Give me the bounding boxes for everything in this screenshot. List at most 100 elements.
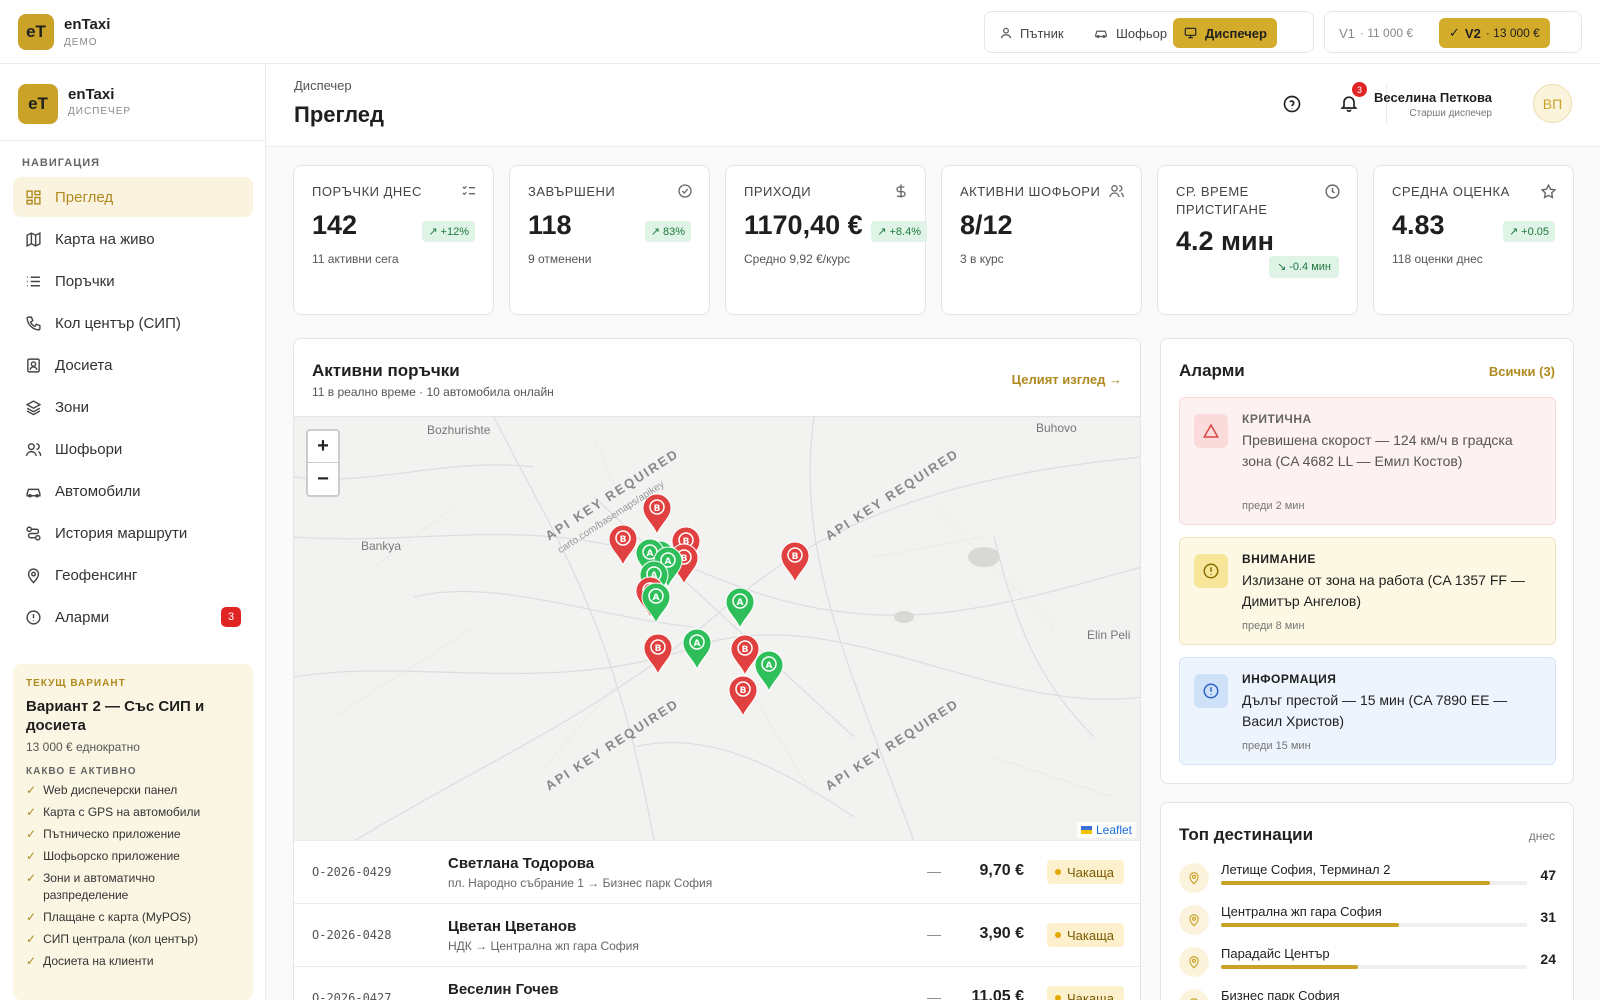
- dropoff-marker[interactable]: B: [780, 541, 810, 584]
- map-place-label: Elin Peli: [1087, 628, 1131, 642]
- destination-row[interactable]: Парадайс Център 24: [1179, 943, 1556, 983]
- star-icon: [1540, 183, 1557, 199]
- trend-badge: ↘ -0.4 мин: [1269, 256, 1339, 278]
- sidebar-app-name: enTaxi: [68, 86, 115, 103]
- map-place-label: Bankya: [361, 539, 402, 553]
- check-circle-icon: [678, 184, 692, 198]
- role-dispatcher-button[interactable]: Диспечер: [1173, 18, 1277, 48]
- top-bar: eT enTaxi ДЕМО Пътник Шофьор Диспечер V1…: [0, 0, 1600, 64]
- app-name: enTaxi: [64, 16, 111, 33]
- sidebar-item-call-center[interactable]: Кол център (СИП): [13, 303, 253, 343]
- check-icon: ✓: [26, 954, 37, 968]
- nav-title: НАВИГАЦИЯ: [22, 157, 101, 169]
- all-alarms-link[interactable]: Всички (3): [1489, 364, 1555, 379]
- role-driver-button[interactable]: Шофьор: [1083, 18, 1177, 48]
- page-header: Диспечер Преглед 3 Веселина Петкова Стар…: [266, 64, 1600, 147]
- sidebar-item-geofencing[interactable]: Геофенсинг: [13, 555, 253, 595]
- destination-row[interactable]: Летище София, Терминал 2 47: [1179, 859, 1556, 899]
- kpi-avg-arrival: СР. ВРЕМЕ ПРИСТИГАНЕ 4.2 мин ↘ -0.4 мин: [1157, 165, 1358, 315]
- user-icon: [1000, 27, 1012, 39]
- lake: [968, 547, 1000, 567]
- sidebar-item-alarms[interactable]: Аларми 3: [13, 597, 253, 637]
- role-passenger-button[interactable]: Пътник: [989, 18, 1074, 48]
- destination-bar: [1221, 923, 1527, 927]
- svg-text:B: B: [654, 504, 661, 514]
- sidebar-item-route-history[interactable]: История маршрути: [13, 513, 253, 553]
- sidebar-item-live-map[interactable]: Карта на живо: [13, 219, 253, 259]
- page-title: Преглед: [294, 102, 384, 127]
- version-v2-button[interactable]: ✓ V2 · 13 000 €: [1439, 18, 1550, 48]
- checklist-icon: [462, 185, 475, 196]
- alarm-info[interactable]: ИНФОРМАЦИЯ Дълъг престой — 15 мин (CA 78…: [1179, 657, 1556, 765]
- sidebar-item-overview[interactable]: Преглед: [13, 177, 253, 217]
- users-icon: [25, 442, 42, 456]
- trend-badge: ↗ +8.4%: [871, 221, 927, 242]
- sidebar-item-drivers[interactable]: Шофьори: [13, 429, 253, 469]
- pickup-marker[interactable]: A: [682, 628, 712, 671]
- current-plan-card: ТЕКУЩ ВАРИАНТ Вариант 2 — Със СИП и доси…: [13, 664, 253, 1000]
- trend-down-icon: ↘: [1276, 261, 1287, 273]
- divider: [0, 140, 266, 141]
- order-row[interactable]: O-2026-0429 Светлана Тодорова пл. Народн…: [294, 840, 1140, 903]
- order-row[interactable]: O-2026-0428 Цветан Цветанов НДК → Центра…: [294, 903, 1140, 966]
- plan-feature: ✓ Плащане с карта (MyPOS): [26, 910, 192, 924]
- avatar[interactable]: ВП: [1533, 84, 1572, 123]
- svg-text:B: B: [655, 644, 662, 654]
- svg-text:B: B: [742, 645, 749, 655]
- live-map[interactable]: BBBBAAAABAABABABB Bozhurishte Buhovo Ban…: [294, 416, 1140, 840]
- sidebar-item-orders[interactable]: Поръчки: [13, 261, 253, 301]
- zoom-control: + −: [306, 429, 340, 497]
- order-row[interactable]: O-2026-0427 Веселин Гочев — 11,05 € Чака…: [294, 966, 1140, 1000]
- destination-name: Бизнес парк София: [1221, 988, 1340, 1000]
- zoom-out-button[interactable]: −: [308, 463, 338, 495]
- pickup-marker[interactable]: A: [754, 650, 784, 693]
- destination-row[interactable]: Бизнес парк София: [1179, 985, 1556, 1000]
- dropoff-marker[interactable]: B: [728, 675, 758, 718]
- breadcrumb[interactable]: Диспечер: [294, 78, 352, 93]
- sidebar-item-zones[interactable]: Зони: [13, 387, 253, 427]
- plan-price: 13 000 € еднократно: [26, 740, 140, 754]
- version-v1-button[interactable]: V1 · 11 000 €: [1329, 18, 1423, 48]
- zoom-in-button[interactable]: +: [308, 431, 338, 463]
- trend-up-icon: ↗: [428, 226, 438, 238]
- svg-text:B: B: [620, 535, 627, 545]
- pickup-marker[interactable]: A: [641, 582, 671, 625]
- sidebar-item-files[interactable]: Досиета: [13, 345, 253, 385]
- dropoff-marker[interactable]: B: [730, 634, 760, 677]
- phone-icon: [26, 315, 41, 331]
- plan-title: Вариант 2 — Със СИП и досиета: [26, 698, 205, 734]
- flag-icon: [1080, 826, 1092, 834]
- notification-badge: 3: [1352, 82, 1367, 97]
- pin-icon: [1179, 947, 1209, 977]
- plan-feature: ✓ Шофьорско приложение: [26, 849, 180, 863]
- warning-triangle-icon: [1194, 414, 1228, 448]
- alarm-critical[interactable]: КРИТИЧНА Превишена скорост — 124 км/ч в …: [1179, 397, 1556, 525]
- alert-circle-icon: [1194, 554, 1228, 588]
- app-logo[interactable]: eT: [18, 14, 54, 50]
- check-icon: ✓: [26, 910, 37, 924]
- car-icon: [26, 488, 41, 498]
- svg-text:B: B: [740, 686, 747, 696]
- contact-icon: [27, 357, 40, 373]
- destination-name: Парадайс Център: [1221, 946, 1330, 961]
- svg-text:A: A: [653, 593, 660, 603]
- dropoff-marker[interactable]: B: [608, 524, 638, 567]
- sidebar-item-vehicles[interactable]: Автомобили: [13, 471, 253, 511]
- pin-icon: [1179, 905, 1209, 935]
- svg-text:B: B: [792, 552, 799, 562]
- destination-bar: [1221, 965, 1527, 969]
- destination-bar: [1221, 881, 1527, 885]
- pin-icon: [1179, 989, 1209, 1000]
- destination-row[interactable]: Централна жп гара София 31: [1179, 901, 1556, 941]
- app-subtitle: ДЕМО: [64, 37, 98, 48]
- status-dot: [1054, 932, 1061, 938]
- svg-text:A: A: [766, 661, 773, 671]
- full-view-link[interactable]: Целият изглед →: [1012, 372, 1122, 387]
- map-attribution[interactable]: Leaflet: [1076, 822, 1136, 838]
- status-dot: [1054, 995, 1061, 1000]
- card-title: Аларми: [1179, 361, 1245, 380]
- help-icon[interactable]: [1282, 94, 1302, 114]
- sidebar-logo[interactable]: eT: [18, 84, 58, 124]
- alarm-warning[interactable]: ВНИМАНИЕ Излизане от зона на работа (CA …: [1179, 537, 1556, 645]
- trend-up-icon: ↗: [650, 226, 660, 238]
